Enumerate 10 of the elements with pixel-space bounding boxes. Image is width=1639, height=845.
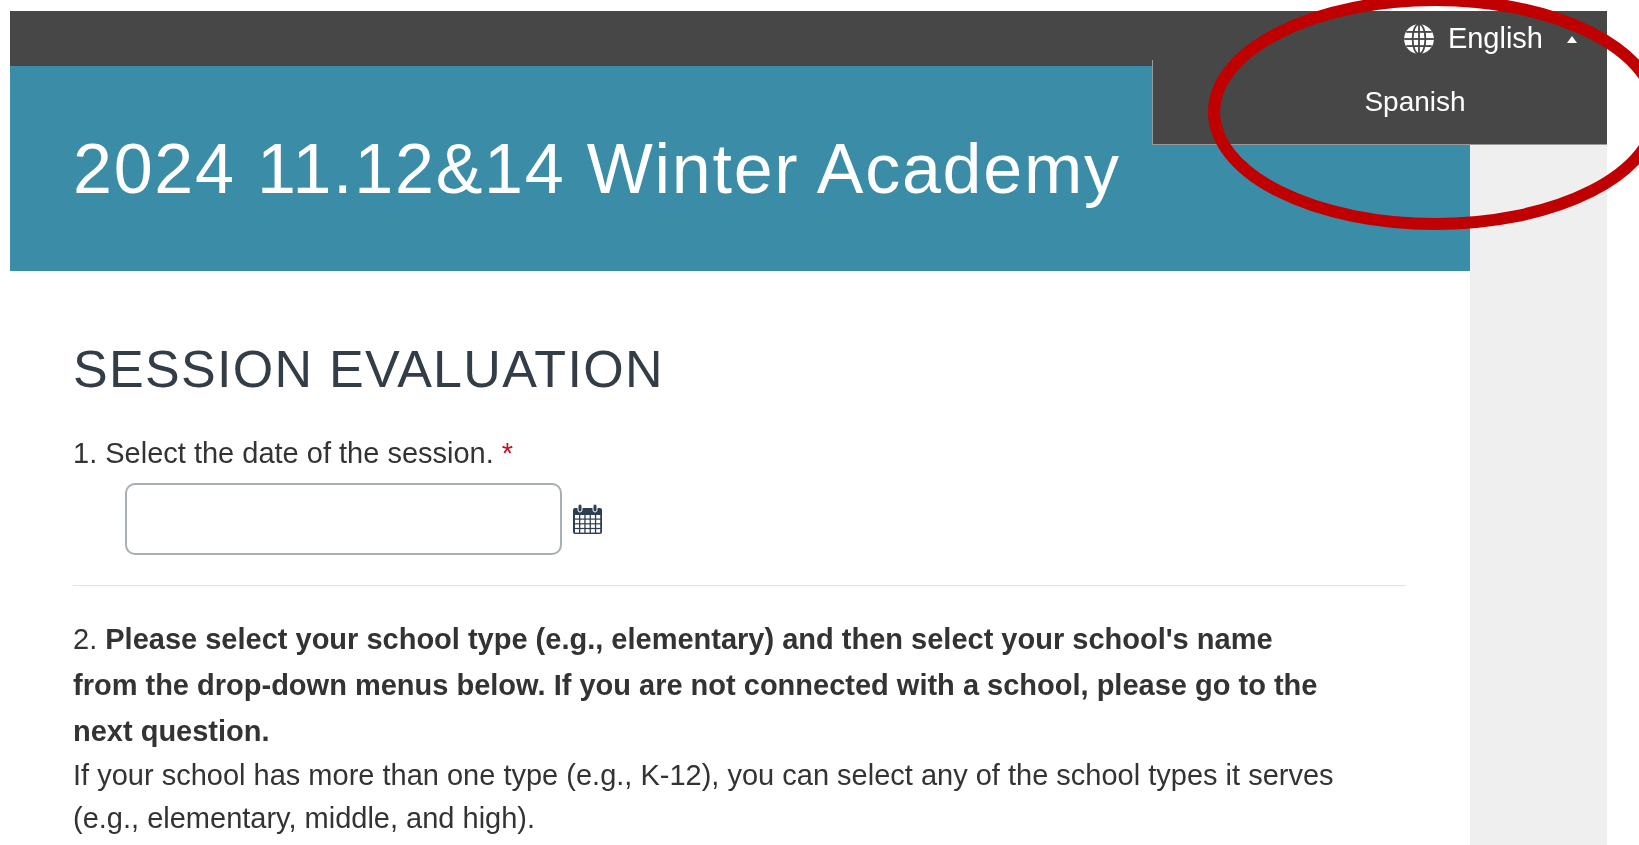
calendar-icon[interactable]	[572, 503, 603, 535]
required-marker: *	[501, 437, 514, 469]
question-note: If your school has more than one type (e.g., K-12), you can select any of the school types it serves (e.g., elementary, middle, and high).	[73, 758, 1335, 837]
question-text: 2. Please select your school type (e.g., elementary) and then select your school's name from the drop-down menus below. If you are not connected with a school, please go to the next question.	[73, 622, 1318, 750]
language-option[interactable]: Spanish	[1294, 81, 1466, 123]
language-selector[interactable]: English	[1401, 16, 1577, 61]
date-input[interactable]	[125, 483, 562, 556]
globe-icon	[1401, 21, 1436, 56]
question-label: 1. Select the date of the session.	[73, 437, 494, 469]
form-title: SESSION EVALUATION	[73, 343, 665, 395]
